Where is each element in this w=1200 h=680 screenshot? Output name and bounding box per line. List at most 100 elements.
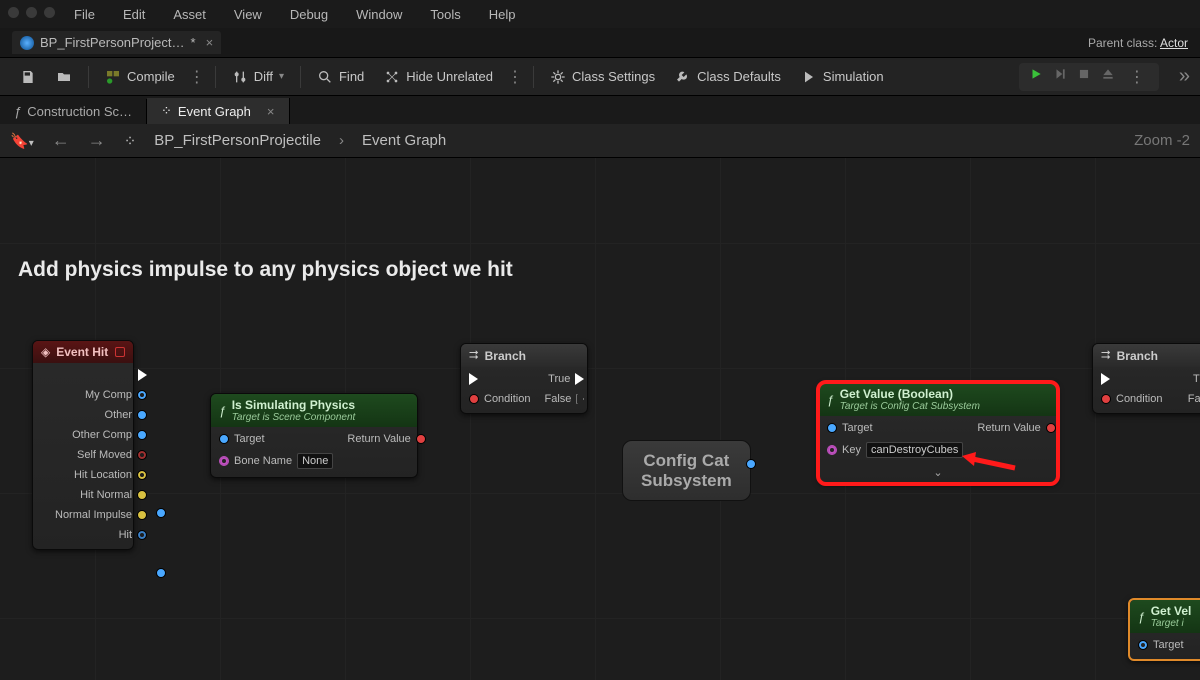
pin-false[interactable]: Fal: [1188, 393, 1200, 405]
pin-other[interactable]: Other: [105, 409, 148, 421]
pin-condition[interactable]: Condition: [469, 393, 530, 405]
menu-bar: File Edit Asset View Debug Window Tools …: [0, 0, 1200, 28]
menu-edit[interactable]: Edit: [109, 7, 159, 22]
bookmark-icon[interactable]: 🔖▾: [10, 132, 34, 150]
pin-true[interactable]: True: [548, 373, 584, 385]
compile-icon: [105, 69, 121, 85]
crumb-graph[interactable]: Event Graph: [362, 132, 446, 149]
crumb-asset[interactable]: BP_FirstPersonProjectile: [154, 132, 321, 149]
toolbar: Compile ⋮ Diff ▾ Find Hide Unrelated ⋮ C…: [0, 58, 1200, 96]
graph-root-icon[interactable]: ⁘: [124, 132, 137, 150]
node-header: ƒ Is Simulating Physics Target is Scene …: [211, 394, 417, 427]
menu-help[interactable]: Help: [475, 7, 530, 22]
document-tab[interactable]: BP_FirstPersonProject… * ×: [12, 31, 221, 54]
play-controls: ⋮: [1019, 63, 1159, 91]
branch-icon: ⮆: [1101, 348, 1111, 363]
menu-debug[interactable]: Debug: [276, 7, 342, 22]
pin-target[interactable]: Target: [1138, 639, 1184, 651]
diff-button[interactable]: Diff ▾: [222, 65, 294, 89]
node-get-value-boolean[interactable]: ƒ Get Value (Boolean) Target is Config C…: [818, 382, 1058, 484]
tab-construction-script[interactable]: ƒ Construction Sc…: [0, 99, 147, 124]
pin-target[interactable]: Target: [827, 422, 963, 434]
menu-asset[interactable]: Asset: [159, 7, 220, 22]
node-is-simulating-physics[interactable]: ƒ Is Simulating Physics Target is Scene …: [210, 393, 418, 478]
save-button[interactable]: [10, 65, 46, 89]
reroute-node[interactable]: [156, 508, 166, 518]
pin-hit[interactable]: Hit: [119, 529, 147, 541]
hide-options[interactable]: ⋮: [503, 67, 527, 87]
gear-icon: [550, 69, 566, 85]
simulation-button[interactable]: Simulation: [791, 65, 894, 89]
play-button[interactable]: [1029, 67, 1043, 86]
node-title: Is Simulating Physics: [232, 398, 355, 412]
pin-return[interactable]: Return Value: [977, 422, 1055, 434]
play-options[interactable]: ⋮: [1125, 67, 1149, 87]
function-icon: ƒ: [1138, 610, 1145, 624]
node-branch-1[interactable]: ⮆ Branch Condition True False: [460, 343, 588, 414]
find-button[interactable]: Find: [307, 65, 374, 89]
hide-unrelated-button[interactable]: Hide Unrelated: [374, 65, 503, 89]
node-get-velocity[interactable]: ƒ Get Vel Target i Target: [1128, 598, 1200, 661]
stop-button[interactable]: [1077, 67, 1091, 86]
exec-in-pin[interactable]: [1101, 373, 1162, 385]
graph-canvas[interactable]: Add physics impulse to any physics objec…: [0, 158, 1200, 680]
pin-true[interactable]: Tr: [1193, 373, 1200, 385]
menu-view[interactable]: View: [220, 7, 276, 22]
menu-window[interactable]: Window: [342, 7, 416, 22]
pin-out[interactable]: [746, 459, 756, 469]
pin-selfmoved[interactable]: Self Moved: [77, 449, 147, 461]
exec-out-pin[interactable]: [138, 369, 147, 381]
pin-othercomp[interactable]: Other Comp: [72, 429, 147, 441]
node-header: ƒ Get Value (Boolean) Target is Config C…: [819, 383, 1057, 416]
node-event-hit[interactable]: ◈ Event Hit My Comp Other Other Comp Sel…: [32, 340, 134, 550]
simulation-icon: [801, 69, 817, 85]
bubble-line2: Subsystem: [641, 471, 732, 491]
node-title: Branch: [485, 349, 526, 363]
menu-file[interactable]: File: [60, 7, 109, 22]
pin-return[interactable]: Return Value: [347, 433, 425, 445]
node-configcat-subsystem[interactable]: Config Cat Subsystem: [622, 440, 751, 501]
toolbar-overflow-icon[interactable]: »: [1159, 65, 1190, 88]
delegate-pin[interactable]: [115, 347, 125, 357]
pin-target[interactable]: Target: [219, 433, 333, 445]
play-step-button[interactable]: [1053, 67, 1067, 86]
tab-close-icon[interactable]: ×: [202, 35, 214, 50]
pin-bonename[interactable]: Bone Name None: [219, 453, 333, 469]
parent-class: Parent class: Actor: [1088, 36, 1188, 50]
compile-options[interactable]: ⋮: [185, 67, 209, 87]
pin-key[interactable]: Key canDestroyCubes: [827, 442, 963, 458]
bubble-line1: Config Cat: [641, 451, 732, 471]
parent-class-link[interactable]: Actor: [1160, 36, 1188, 50]
node-header: ⮆ Branch: [1093, 344, 1200, 367]
class-defaults-button[interactable]: Class Defaults: [665, 65, 791, 89]
nav-back-icon[interactable]: ←: [52, 130, 70, 151]
tab-event-graph[interactable]: ⁘ Event Graph ×: [147, 98, 290, 124]
node-subtitle: Target is Config Cat Subsystem: [840, 401, 980, 412]
diff-icon: [232, 69, 248, 85]
compile-button[interactable]: Compile: [95, 65, 185, 89]
browse-button[interactable]: [46, 65, 82, 89]
reroute-node[interactable]: [156, 568, 166, 578]
pin-condition[interactable]: Condition: [1101, 393, 1162, 405]
tab-close-icon[interactable]: ×: [257, 104, 275, 119]
pin-mycomp[interactable]: My Comp: [85, 389, 147, 401]
branch-icon: ⮆: [469, 348, 479, 363]
eject-button[interactable]: [1101, 67, 1115, 86]
nav-fwd-icon[interactable]: →: [88, 130, 106, 151]
node-subtitle: Target is Scene Component: [232, 412, 356, 423]
exec-in-pin[interactable]: [469, 373, 530, 385]
class-settings-button[interactable]: Class Settings: [540, 65, 665, 89]
hide-icon: [384, 69, 400, 85]
expand-icon[interactable]: ⌄: [819, 466, 1057, 483]
search-icon: [317, 69, 333, 85]
pin-hitnorm[interactable]: Hit Normal: [80, 489, 147, 501]
pin-impulse[interactable]: Normal Impulse: [55, 509, 147, 521]
pin-hitloc[interactable]: Hit Location: [74, 469, 147, 481]
menu-tools[interactable]: Tools: [416, 7, 474, 22]
pin-false[interactable]: False: [544, 393, 584, 405]
annotation-arrow: [960, 450, 1020, 480]
function-icon: ƒ: [14, 104, 21, 119]
bone-name-input[interactable]: None: [297, 453, 333, 469]
node-branch-2[interactable]: ⮆ Branch Condition Tr Fal: [1092, 343, 1200, 414]
key-input[interactable]: canDestroyCubes: [866, 442, 963, 458]
